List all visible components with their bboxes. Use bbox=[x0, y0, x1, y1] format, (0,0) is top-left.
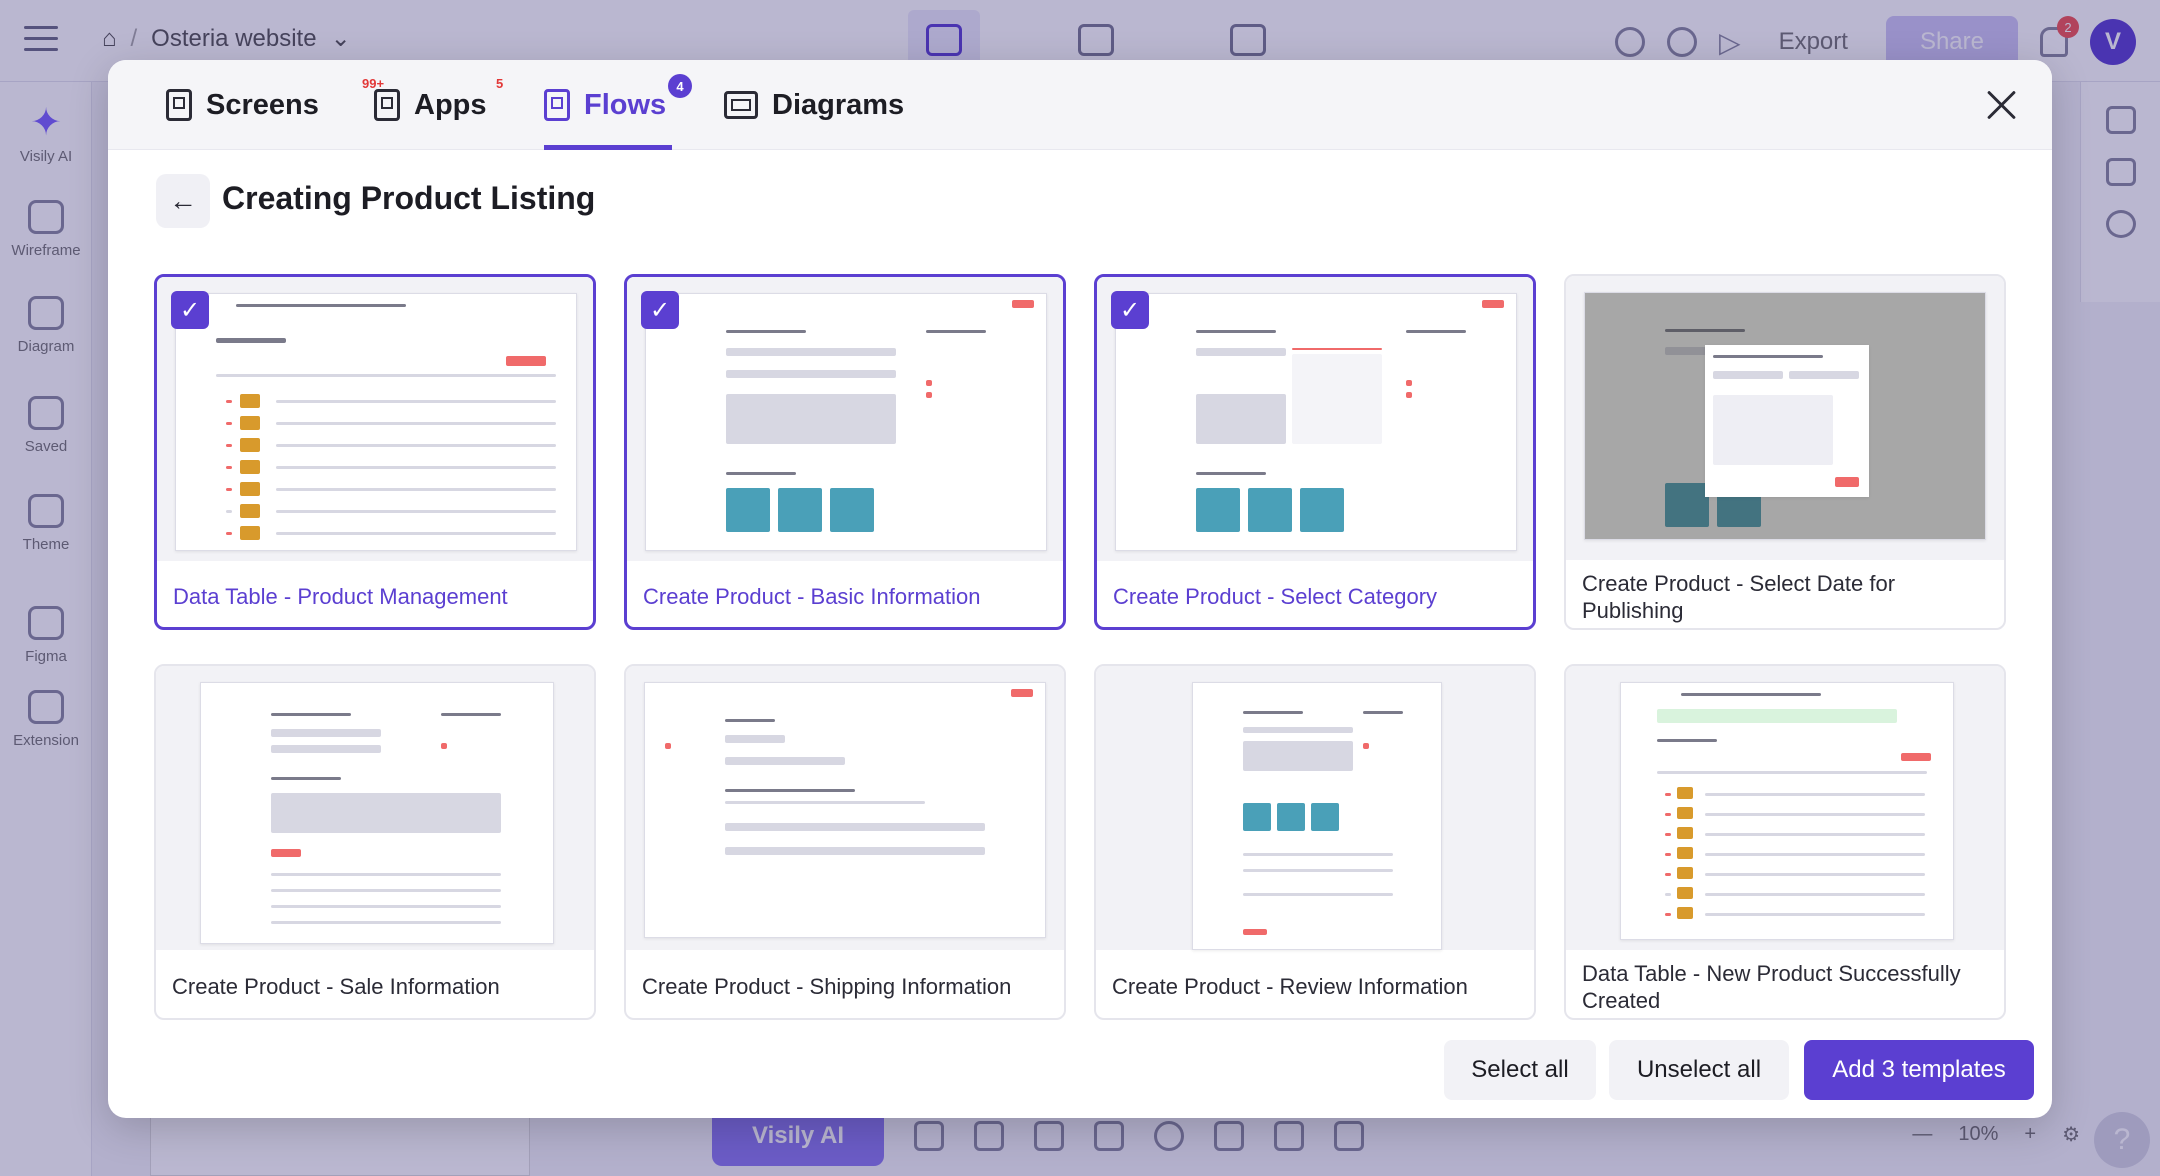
template-card[interactable]: Create Product - Review Information bbox=[1094, 664, 1536, 1020]
unselect-all-button[interactable]: Unselect all bbox=[1609, 1040, 1789, 1100]
template-caption: Create Product - Select Category bbox=[1113, 584, 1438, 610]
select-all-button[interactable]: Select all bbox=[1444, 1040, 1596, 1100]
add-templates-button[interactable]: Add 3 templates bbox=[1804, 1040, 2034, 1100]
template-caption: Create Product - Basic Information bbox=[643, 584, 981, 610]
template-caption: Create Product - Sale Information bbox=[172, 974, 500, 1000]
tab-flows[interactable]: Flows 4 bbox=[544, 60, 692, 150]
checkbox-checked-icon[interactable]: ✓ bbox=[171, 291, 209, 329]
back-button[interactable]: ← bbox=[156, 174, 210, 228]
tab-apps[interactable]: Apps 5 bbox=[374, 60, 503, 150]
page-title: Creating Product Listing bbox=[222, 180, 596, 216]
template-thumbnail bbox=[1566, 276, 2004, 560]
template-thumbnail bbox=[626, 666, 1064, 950]
template-caption: Data Table - Product Management bbox=[173, 584, 508, 610]
templates-modal: Screens 99+ Apps 5 Flows 4 Diagrams ← Cr… bbox=[108, 60, 2052, 1118]
tab-badge: 5 bbox=[496, 76, 504, 91]
template-caption: Create Product - Shipping Information bbox=[642, 974, 1012, 1000]
checkbox-checked-icon[interactable]: ✓ bbox=[1111, 291, 1149, 329]
tab-label: Flows bbox=[584, 88, 667, 121]
template-card[interactable]: Create Product - Shipping Information bbox=[624, 664, 1066, 1020]
template-card[interactable]: ✓ Create Product - Select Category bbox=[1094, 274, 1536, 630]
template-card[interactable]: Data Table - New Product Successfully Cr… bbox=[1564, 664, 2006, 1020]
tab-screens[interactable]: Screens 99+ bbox=[166, 60, 384, 150]
template-thumbnail bbox=[1096, 666, 1534, 950]
template-caption: Create Product - Review Information bbox=[1112, 974, 1468, 1000]
modal-tabs: Screens 99+ Apps 5 Flows 4 Diagrams bbox=[108, 60, 2052, 150]
template-thumbnail bbox=[627, 277, 1063, 561]
template-thumbnail bbox=[1097, 277, 1533, 561]
tab-diagrams[interactable]: Diagrams bbox=[724, 60, 904, 150]
tab-label: Screens bbox=[206, 88, 319, 121]
flows-icon bbox=[544, 89, 570, 121]
template-caption: Create Product - Select Date for Publish… bbox=[1582, 570, 1896, 624]
template-caption: Data Table - New Product Successfully Cr… bbox=[1582, 960, 1961, 1014]
checkbox-checked-icon[interactable]: ✓ bbox=[641, 291, 679, 329]
template-card[interactable]: ✓ Data Table - Product Management bbox=[154, 274, 596, 630]
tab-badge: 4 bbox=[668, 74, 692, 98]
template-card[interactable]: ✓ Create Product - Basic Information bbox=[624, 274, 1066, 630]
arrow-left-icon: ← bbox=[169, 185, 197, 216]
template-card[interactable]: Create Product - Select Date for Publish… bbox=[1564, 274, 2006, 630]
tab-label: Apps bbox=[414, 88, 487, 121]
diagram-icon bbox=[724, 91, 758, 119]
screen-icon bbox=[166, 89, 192, 121]
template-thumbnail bbox=[156, 666, 594, 950]
template-thumbnail bbox=[1566, 666, 2004, 950]
template-thumbnail bbox=[157, 277, 593, 561]
tab-label: Diagrams bbox=[772, 88, 905, 121]
template-card[interactable]: Create Product - Sale Information bbox=[154, 664, 596, 1020]
apps-icon bbox=[374, 89, 400, 121]
close-icon[interactable] bbox=[1984, 88, 2018, 122]
